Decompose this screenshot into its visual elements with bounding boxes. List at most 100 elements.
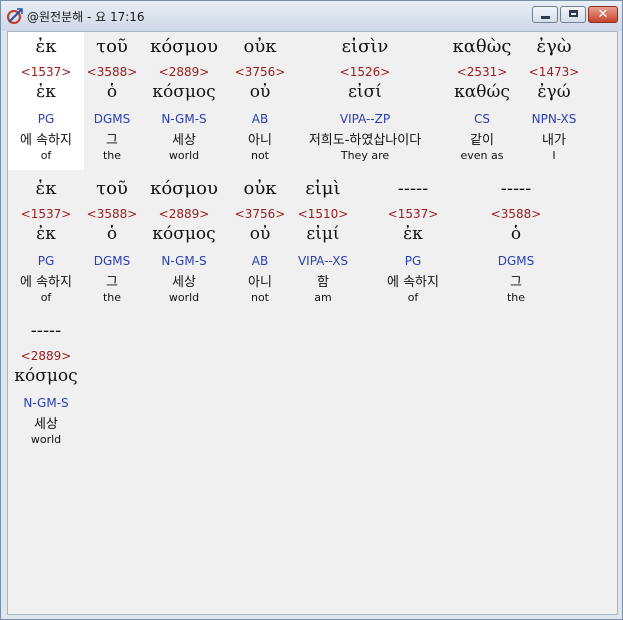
greek-word: κόσμου bbox=[150, 36, 218, 57]
word-cell[interactable]: κόσμου <2889> κόσμος N-GM-S 세상 world bbox=[140, 32, 228, 170]
english-gloss: of bbox=[407, 291, 419, 304]
lemma: ἐκ bbox=[403, 224, 423, 244]
word-cell[interactable]: ----- <2889> κόσμος N-GM-S 세상 world bbox=[8, 316, 84, 454]
word-cell[interactable]: τοῦ <3588> ὁ DGMS 그 the bbox=[84, 174, 140, 312]
word-cell[interactable]: εἰσὶν <1526> εἰσί VIPA--ZP 저희도-하였삽나이다 Th… bbox=[292, 32, 438, 170]
english-gloss: the bbox=[506, 291, 526, 304]
parsing-code: PG bbox=[404, 254, 422, 268]
word-cell[interactable]: ἐκ <1537> ἐκ PG 에 속하지 of bbox=[8, 174, 84, 312]
korean-gloss: 에 속하지 bbox=[20, 275, 72, 290]
english-gloss: world bbox=[168, 149, 200, 162]
english-gloss: not bbox=[250, 291, 269, 304]
strong-number[interactable]: <2889> bbox=[140, 207, 228, 221]
lemma: κόσμος bbox=[152, 224, 216, 244]
greek-word: τοῦ bbox=[96, 36, 128, 57]
parsing-code: AB bbox=[251, 254, 269, 268]
word-cell[interactable]: ----- <3588> ὁ DGMS 그 the bbox=[476, 174, 556, 312]
word-cell[interactable]: ἐγὼ <1473> ἐγώ NPN-XS 내가 I bbox=[520, 32, 588, 170]
greek-word: εἰσὶν bbox=[341, 36, 389, 57]
lemma: ἐκ bbox=[36, 224, 56, 244]
strong-number[interactable]: <1510> bbox=[292, 207, 354, 221]
word-cell[interactable]: ἐκ <1537> ἐκ PG 에 속하지 of bbox=[8, 32, 84, 170]
minimize-icon bbox=[541, 16, 550, 19]
greek-word: ----- bbox=[397, 178, 429, 199]
parsing-code: NPN-XS bbox=[531, 112, 577, 126]
greek-word: ἐκ bbox=[35, 178, 57, 199]
strong-number[interactable]: <1537> bbox=[370, 207, 456, 221]
strong-number[interactable]: <3588> bbox=[84, 65, 140, 79]
parsing-code: VIPA--XS bbox=[297, 254, 349, 268]
greek-word: ----- bbox=[500, 178, 532, 199]
strong-number[interactable]: <2889> bbox=[8, 349, 84, 363]
lemma: ἐκ bbox=[36, 82, 56, 102]
strong-number[interactable]: <1526> bbox=[292, 65, 438, 79]
parsing-code: N-GM-S bbox=[23, 396, 69, 410]
lemma: ὁ bbox=[510, 224, 522, 244]
greek-word: ἐκ bbox=[35, 36, 57, 57]
parsing-code: VIPA--ZP bbox=[339, 112, 391, 126]
korean-gloss: 에 속하지 bbox=[20, 133, 72, 148]
greek-word: κόσμου bbox=[150, 178, 218, 199]
english-gloss: of bbox=[40, 291, 52, 304]
word-cell[interactable]: εἰμὶ <1510> εἰμί VIPA--XS 함 am bbox=[292, 174, 354, 312]
strong-number[interactable]: <2531> bbox=[444, 65, 520, 79]
english-gloss: the bbox=[102, 149, 122, 162]
greek-word: οὐκ bbox=[243, 178, 277, 199]
korean-gloss: 세상 bbox=[34, 417, 58, 432]
word-cell[interactable]: καθὼς <2531> καθώς CS 같이 even as bbox=[444, 32, 520, 170]
greek-word: ἐγὼ bbox=[536, 36, 572, 57]
word-cell[interactable]: κόσμου <2889> κόσμος N-GM-S 세상 world bbox=[140, 174, 228, 312]
parsing-code: CS bbox=[474, 112, 490, 126]
strong-number[interactable]: <1537> bbox=[8, 65, 84, 79]
parsing-code: PG bbox=[37, 112, 55, 126]
window-controls: ✕ bbox=[532, 6, 618, 24]
word-cell[interactable]: οὐκ <3756> οὐ AB 아니 not bbox=[228, 32, 292, 170]
korean-gloss: 그 bbox=[510, 275, 522, 290]
korean-gloss: 에 속하지 bbox=[387, 275, 439, 290]
minimize-button[interactable] bbox=[532, 6, 558, 23]
close-button[interactable]: ✕ bbox=[588, 6, 618, 23]
parsing-code: N-GM-S bbox=[161, 254, 207, 268]
greek-word: καθὼς bbox=[452, 36, 512, 57]
parsing-code: AB bbox=[251, 112, 269, 126]
lemma: εἰσί bbox=[348, 82, 382, 102]
word-cell[interactable]: οὐκ <3756> οὐ AB 아니 not bbox=[228, 174, 292, 312]
english-gloss: of bbox=[40, 149, 52, 162]
lemma: ἐγώ bbox=[537, 82, 571, 102]
parsing-code: N-GM-S bbox=[161, 112, 207, 126]
greek-word: εἰμὶ bbox=[305, 178, 341, 199]
strong-number[interactable]: <3756> bbox=[228, 207, 292, 221]
app-window: @원전분해 - 요 17:16 ✕ ἐκ <1537> ἐκ PG 에 속하지 … bbox=[0, 0, 623, 620]
title-bar[interactable]: @원전분해 - 요 17:16 ✕ bbox=[1, 1, 622, 31]
lemma: κόσμος bbox=[152, 82, 216, 102]
word-analysis-panel: ἐκ <1537> ἐκ PG 에 속하지 of τοῦ <3588> ὁ DG… bbox=[7, 31, 618, 615]
parsing-code: DGMS bbox=[497, 254, 535, 268]
strong-number[interactable]: <3756> bbox=[228, 65, 292, 79]
lemma: εἰμί bbox=[306, 224, 340, 244]
parsing-code: PG bbox=[37, 254, 55, 268]
strong-number[interactable]: <1473> bbox=[520, 65, 588, 79]
english-gloss: am bbox=[314, 291, 332, 304]
word-cell[interactable]: τοῦ <3588> ὁ DGMS 그 the bbox=[84, 32, 140, 170]
greek-word: οὐκ bbox=[243, 36, 277, 57]
strong-number[interactable]: <3588> bbox=[84, 207, 140, 221]
strong-number[interactable]: <2889> bbox=[140, 65, 228, 79]
lemma: κόσμος bbox=[14, 366, 78, 386]
korean-gloss: 저희도-하였삽나이다 bbox=[308, 133, 422, 148]
word-cell[interactable]: ----- <1537> ἐκ PG 에 속하지 of bbox=[370, 174, 456, 312]
korean-gloss: 그 bbox=[106, 275, 118, 290]
parsing-code: DGMS bbox=[93, 254, 131, 268]
english-gloss: world bbox=[168, 291, 200, 304]
strong-number[interactable]: <1537> bbox=[8, 207, 84, 221]
english-gloss: even as bbox=[460, 149, 504, 162]
lemma: ὁ bbox=[106, 82, 118, 102]
app-icon[interactable] bbox=[6, 7, 24, 25]
english-gloss: They are bbox=[340, 149, 390, 162]
english-gloss: I bbox=[552, 149, 556, 162]
english-gloss: world bbox=[30, 433, 62, 446]
english-gloss: not bbox=[250, 149, 269, 162]
korean-gloss: 세상 bbox=[172, 133, 196, 148]
maximize-button[interactable] bbox=[560, 6, 586, 23]
korean-gloss: 그 bbox=[106, 133, 118, 148]
strong-number[interactable]: <3588> bbox=[476, 207, 556, 221]
